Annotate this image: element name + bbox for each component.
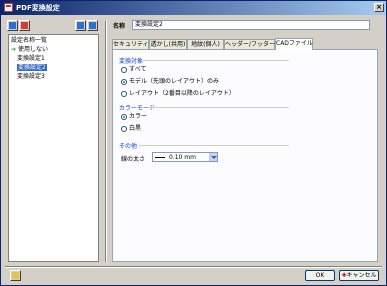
title-bar[interactable]: PDF変換設定 × (1, 1, 386, 15)
help-icon (12, 272, 19, 279)
help-button[interactable] (10, 270, 21, 281)
cancel-button[interactable]: ✚キャンセル (339, 270, 379, 281)
tab-header-footer[interactable]: ヘッダー/フッター (224, 39, 275, 49)
radio-button-icon (121, 113, 127, 120)
name-label: 名称 (113, 23, 126, 30)
radio-model-only[interactable]: モデル（先頭のレイアウト）のみ (121, 78, 219, 86)
target-group-title: 変換対象 (119, 58, 144, 65)
delete-setting-button[interactable] (19, 20, 30, 31)
cad-file-panel: 変換対象 すべて モデル（先頭のレイアウト）のみ レイアウト（2番目以降のレイア… (112, 49, 378, 262)
other-group: その他 線の太さ 0.10 mm (119, 141, 289, 165)
radio-button-icon (121, 66, 127, 73)
list-item[interactable]: 変換設定1 (17, 55, 45, 63)
pdf-settings-dialog: PDF変換設定 × 設定名称一覧 ➔ 使用しない 変換設定1 変換設定2 変換設… (0, 0, 387, 286)
footer-divider (5, 266, 382, 268)
radio-button-icon (121, 125, 127, 132)
ok-button[interactable]: OK (305, 270, 335, 281)
tab-security[interactable]: セキュリティ (112, 39, 149, 49)
name-field[interactable]: 変換設定2 (132, 20, 370, 30)
line-width-label: 線の太さ (121, 156, 146, 163)
radio-layout[interactable]: レイアウト（2番目以降のレイアウト） (121, 90, 235, 98)
radio-color[interactable]: カラー (121, 113, 147, 121)
chevron-down-icon[interactable] (209, 153, 217, 161)
radio-all[interactable]: すべて (121, 66, 146, 74)
group-divider (149, 107, 289, 108)
radio-button-icon (121, 78, 127, 85)
list-item[interactable]: 変換設定2 (17, 64, 47, 72)
tab-background-personal[interactable]: 地紋(個人) (187, 39, 224, 49)
tab-cad-file[interactable]: CADファイル (275, 38, 313, 50)
move-up-button[interactable] (75, 20, 86, 31)
add-icon (9, 22, 16, 29)
target-group: 変換対象 すべて モデル（先頭のレイアウト）のみ レイアウト（2番目以降のレイア… (119, 56, 289, 100)
color-mode-group: カラーモード カラー 白黒 (119, 103, 289, 137)
settings-list[interactable]: 設定名称一覧 ➔ 使用しない 変換設定1 変換設定2 変換設定3 (8, 34, 99, 262)
up-arrow-icon (77, 22, 84, 29)
radio-button-icon (121, 90, 127, 97)
pdf-app-icon (4, 3, 13, 12)
group-divider (139, 145, 289, 146)
list-item[interactable]: ➔ 使用しない (11, 46, 48, 54)
group-divider (141, 60, 289, 61)
close-button[interactable]: × (374, 3, 384, 12)
delete-icon (21, 22, 28, 29)
panel-divider (105, 21, 107, 262)
list-item[interactable]: 変換設定3 (17, 73, 45, 81)
line-width-select[interactable]: 0.10 mm (152, 152, 218, 162)
move-down-button[interactable] (87, 20, 98, 31)
other-group-title: その他 (119, 143, 138, 150)
line-sample (155, 157, 165, 158)
down-arrow-icon (89, 22, 96, 29)
list-heading: 設定名称一覧 (11, 37, 48, 44)
window-title: PDF変換設定 (16, 4, 60, 12)
radio-monochrome[interactable]: 白黒 (121, 125, 141, 133)
tab-watermark-shared[interactable]: 透かし(共用) (149, 39, 187, 49)
current-arrow-icon: ➔ (11, 46, 17, 53)
add-setting-button[interactable] (7, 20, 18, 31)
